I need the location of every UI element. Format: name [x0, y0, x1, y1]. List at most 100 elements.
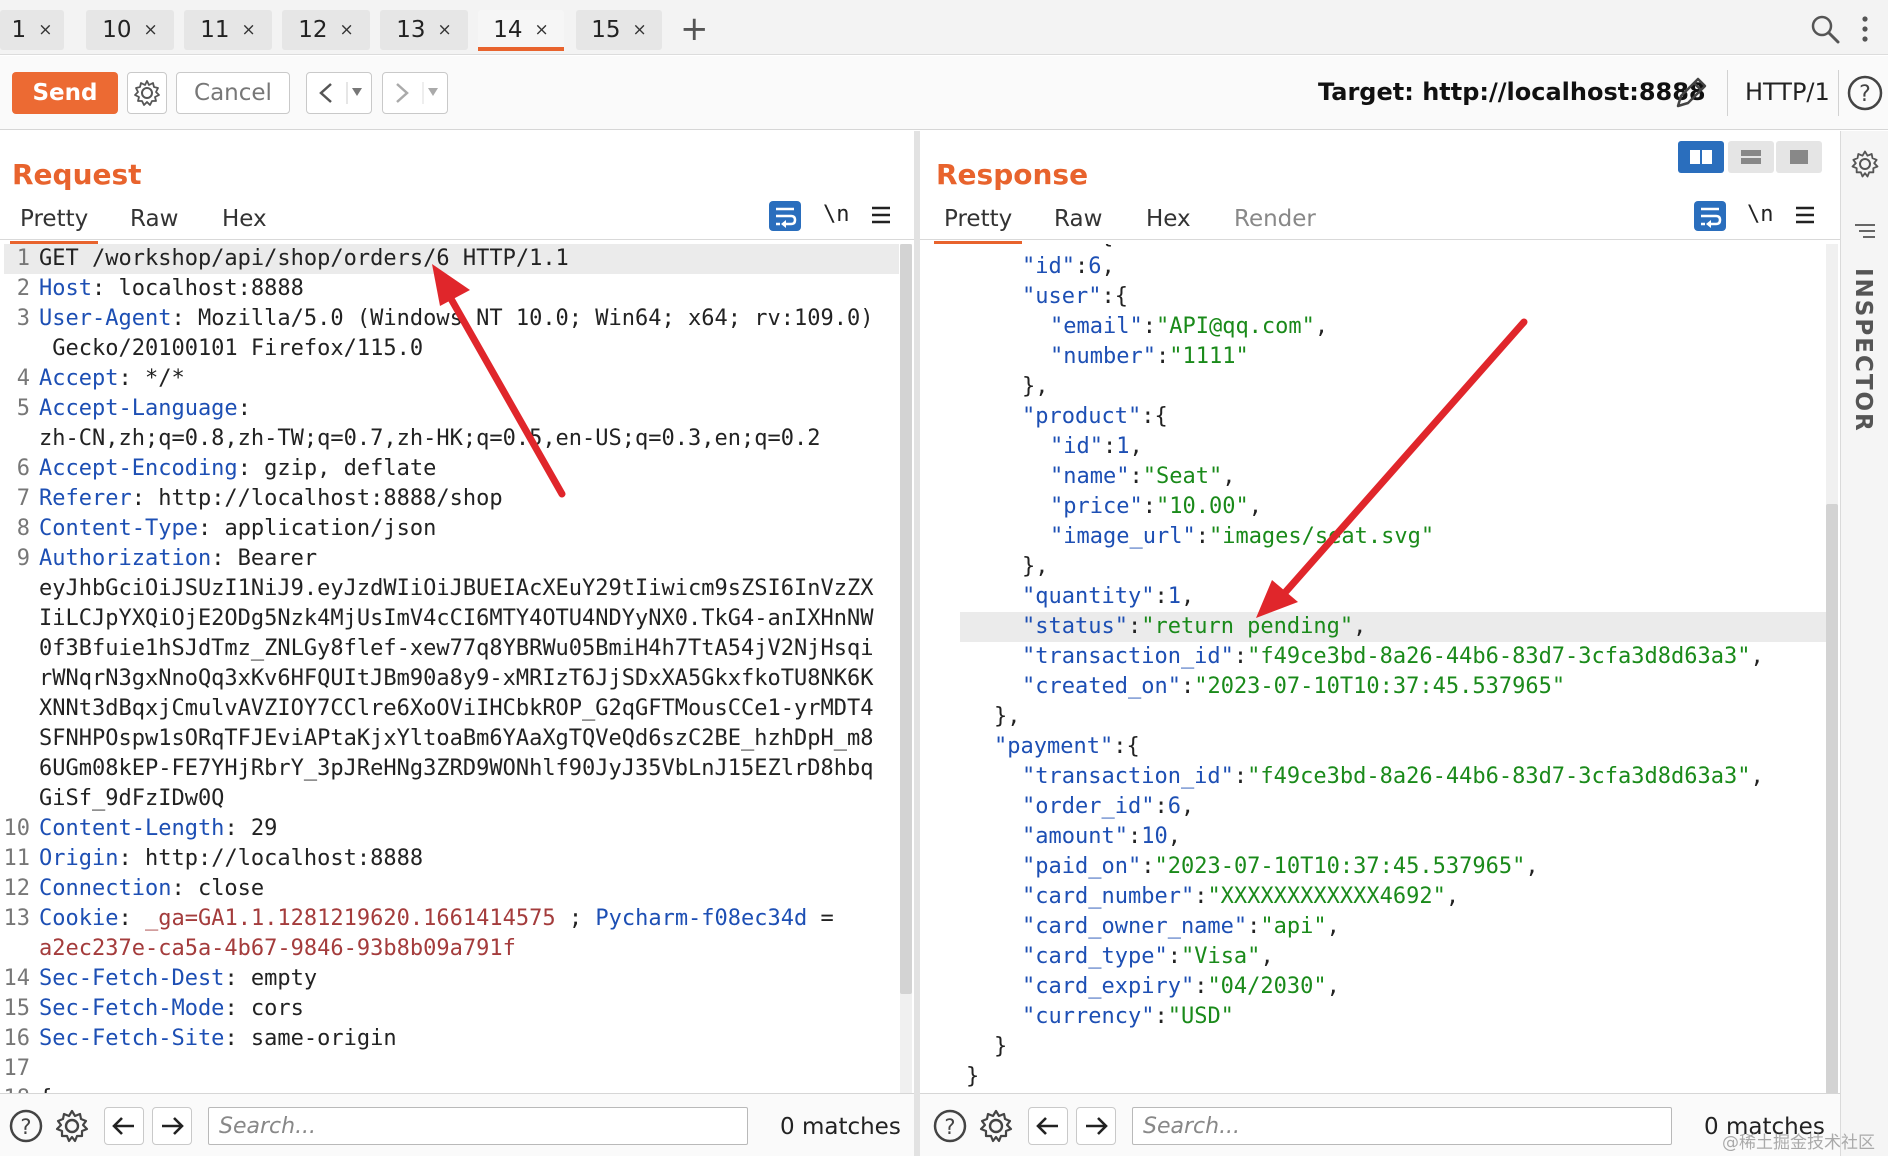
json-punct: ,	[1445, 884, 1460, 909]
close-icon[interactable]: ×	[38, 20, 52, 40]
toolbar-separator	[1838, 70, 1839, 116]
json-string: "10.00"	[1155, 494, 1249, 519]
cancel-button[interactable]: Cancel	[176, 72, 290, 114]
show-newlines-button[interactable]: \n	[1747, 202, 1774, 227]
header-name: Authorization	[39, 546, 212, 571]
json-line: "payment":{	[994, 732, 1140, 762]
http-version[interactable]: HTTP/1	[1745, 78, 1830, 106]
help-icon[interactable]: ?	[8, 1108, 44, 1144]
tab-render[interactable]: Render	[1234, 206, 1316, 232]
request-search-input[interactable]	[209, 1108, 747, 1144]
response-scroll-thumb[interactable]	[1826, 504, 1838, 1094]
line-number	[0, 664, 30, 694]
more-vertical-icon[interactable]	[1858, 14, 1872, 44]
next-match-button[interactable]	[152, 1107, 192, 1145]
tab-15[interactable]: 15 ×	[576, 10, 662, 50]
json-punct: :	[1129, 464, 1143, 489]
response-tabs-underline	[920, 239, 1840, 240]
response-search-input[interactable]	[1133, 1108, 1671, 1144]
header-value: : http://localhost:8888	[118, 846, 424, 871]
next-match-button[interactable]	[1076, 1107, 1116, 1145]
header-name: Host	[39, 276, 92, 301]
tab-pretty[interactable]: Pretty	[933, 206, 1023, 244]
close-icon[interactable]: ×	[340, 20, 354, 40]
close-icon[interactable]: ×	[242, 20, 256, 40]
json-line: "order":{	[994, 244, 1113, 252]
close-icon[interactable]: ×	[633, 20, 647, 40]
header-value: : same-origin	[224, 1026, 397, 1051]
gear-icon[interactable]	[1850, 149, 1880, 179]
header-value: : 29	[224, 816, 278, 841]
request-editor[interactable]: 1 GET /workshop/api/shop/orders/6 HTTP/1.…	[0, 244, 900, 1094]
tab-12[interactable]: 12 ×	[282, 10, 370, 50]
line-number: 14	[3, 966, 31, 991]
json-line: "product":{	[1022, 402, 1168, 432]
forward-history-button[interactable]	[382, 72, 448, 114]
tab-14[interactable]: 14 ×	[478, 10, 564, 51]
close-icon[interactable]: ×	[144, 20, 158, 40]
send-button[interactable]: Send	[12, 72, 118, 114]
back-history-button[interactable]	[306, 72, 372, 114]
settings-button[interactable]	[127, 72, 167, 114]
header-value: Gecko/20100101 Firefox/115.0	[39, 336, 424, 361]
code-line: 10 Content-Length: 29	[0, 814, 900, 844]
word-wrap-button[interactable]	[769, 201, 801, 231]
request-scroll-thumb[interactable]	[900, 244, 912, 994]
tab-11[interactable]: 11 ×	[184, 10, 272, 50]
header-name: Connection	[39, 876, 172, 901]
edit-pencil-icon[interactable]	[1672, 74, 1710, 112]
code-line: SFNHPOspw1sORqTFJEviAPtaKjxYltoaBm6YAaXg…	[0, 724, 900, 754]
json-punct: ,	[1353, 614, 1367, 639]
previous-match-button[interactable]	[104, 1107, 144, 1145]
menu-icon[interactable]	[1794, 204, 1816, 226]
code-line: 4 Accept: */*	[0, 364, 900, 394]
header-name: Accept	[39, 366, 119, 391]
tab-raw[interactable]: Raw	[130, 206, 178, 232]
request-scrollbar[interactable]	[900, 244, 912, 1094]
layout-tabbed-button[interactable]	[1776, 141, 1822, 173]
close-icon[interactable]: ×	[535, 20, 549, 40]
response-editor[interactable]: "order":{"id":6,"user":{"email":"API@qq.…	[920, 244, 1826, 1094]
menu-icon[interactable]	[870, 204, 892, 226]
header-name: User-Agent	[39, 306, 172, 331]
tab-13[interactable]: 13 ×	[380, 10, 468, 50]
json-line: },	[994, 702, 1021, 732]
layout-stacked-button[interactable]	[1728, 141, 1774, 173]
code-line: a2ec237e-ca5a-4b67-9846-93b8b09a791f	[0, 934, 900, 964]
show-newlines-button[interactable]: \n	[823, 202, 850, 227]
help-icon[interactable]: ?	[1846, 74, 1884, 112]
code-line: 3 User-Agent: Mozilla/5.0 (Windows NT 10.…	[0, 304, 900, 334]
json-punct: }	[994, 1034, 1008, 1059]
tab-pretty[interactable]: Pretty	[9, 206, 99, 244]
gear-icon[interactable]	[978, 1108, 1014, 1144]
header-value: ;	[555, 906, 596, 931]
gear-icon[interactable]	[54, 1108, 90, 1144]
tab-raw[interactable]: Raw	[1054, 206, 1102, 232]
json-punct: ,	[1167, 824, 1181, 849]
word-wrap-button[interactable]	[1694, 201, 1726, 231]
json-number: 6	[1167, 794, 1181, 819]
tab-1[interactable]: 1 ×	[0, 10, 64, 50]
search-icon[interactable]	[1810, 14, 1840, 44]
response-search-box	[1132, 1107, 1672, 1145]
layout-side-by-side-button[interactable]	[1678, 141, 1724, 173]
inspector-tab[interactable]: INSPECTOR	[1850, 268, 1876, 433]
help-icon[interactable]: ?	[932, 1108, 968, 1144]
line-number: 11	[3, 846, 31, 871]
header-value: : Bearer	[211, 546, 318, 571]
response-scrollbar[interactable]	[1826, 244, 1838, 1094]
tab-hex[interactable]: Hex	[1146, 206, 1191, 232]
tab-10[interactable]: 10 ×	[86, 10, 174, 50]
line-content: XNNt3dBqxjCmulvAVZIOY7CClre6XoOViIHCbkRO…	[39, 694, 873, 724]
json-line: "image_url":"images/seat.svg"	[1050, 522, 1434, 552]
list-lines-icon[interactable]	[1853, 221, 1877, 241]
json-line: "created_on":"2023-07-10T10:37:45.537965…	[1022, 672, 1565, 702]
header-name: Sec-Fetch-Dest	[39, 966, 225, 991]
previous-match-button[interactable]	[1028, 1107, 1068, 1145]
header-name: Content-Length	[39, 816, 225, 841]
header-value: 0f3Bfuie1hSJdTmz_ZNLGy8flef-xew77q8YBRWu…	[39, 636, 874, 661]
add-tab-icon[interactable]: +	[680, 12, 709, 46]
tab-hex[interactable]: Hex	[222, 206, 267, 232]
header-name: Sec-Fetch-Site	[39, 1026, 225, 1051]
close-icon[interactable]: ×	[438, 20, 452, 40]
